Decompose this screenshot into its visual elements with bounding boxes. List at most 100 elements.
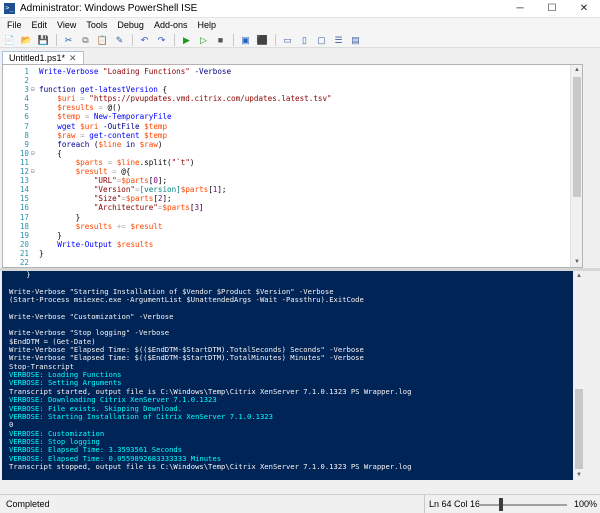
paste-button[interactable]: 📋 bbox=[96, 34, 109, 46]
run-icon: ▶ bbox=[183, 34, 190, 45]
console-pane[interactable]: } Write-Verbose "Starting Installation of… bbox=[2, 271, 585, 480]
layout-top-icon: ▭ bbox=[283, 34, 292, 45]
show-script-max-button[interactable]: ▢ bbox=[315, 34, 328, 46]
editor-scroll-thumb[interactable] bbox=[573, 77, 581, 197]
maximize-button[interactable]: ☐ bbox=[536, 0, 568, 18]
cut-button[interactable]: ✂ bbox=[62, 34, 75, 46]
code-token: $parts bbox=[162, 203, 190, 213]
code-token: [version] bbox=[139, 185, 181, 195]
code-token: } bbox=[39, 212, 81, 222]
code-token: $line bbox=[116, 157, 140, 167]
code-token: = bbox=[103, 157, 117, 167]
line-number: 2 bbox=[24, 76, 29, 86]
code-token: = bbox=[75, 130, 90, 140]
code-token: $parts bbox=[121, 176, 149, 186]
run-script-button[interactable]: ▶ bbox=[180, 34, 193, 46]
code-token: = bbox=[80, 112, 94, 122]
code-token: foreach bbox=[39, 139, 94, 149]
code-token: $uri bbox=[80, 121, 99, 131]
code-token: ]; bbox=[157, 176, 168, 186]
copy-icon: ⧉ bbox=[82, 34, 89, 45]
clear-console-button[interactable]: ✎ bbox=[113, 34, 126, 46]
code-text: } bbox=[39, 249, 44, 258]
line-number: 9 bbox=[24, 139, 29, 149]
code-token: "URL" bbox=[39, 176, 117, 186]
redo-button[interactable]: ↷ bbox=[155, 34, 168, 46]
toolbar-separator bbox=[233, 33, 234, 46]
code-token: ) bbox=[157, 139, 163, 149]
toolbar: 📄 📂 💾 ✂ ⧉ 📋 ✎ ↶ ↷ ▶ ▷ ■ ▣ ⬛ ▭ ▯ ▢ ☰ ▤ bbox=[0, 32, 600, 48]
line-number: 8 bbox=[24, 130, 29, 140]
code-token: New-TemporaryFile bbox=[93, 112, 172, 122]
undo-button[interactable]: ↶ bbox=[138, 34, 151, 46]
open-script-button[interactable]: 📂 bbox=[20, 34, 33, 46]
code-token: $result bbox=[39, 167, 108, 177]
menu-view[interactable]: View bbox=[52, 18, 81, 32]
save-script-button[interactable]: 💾 bbox=[37, 34, 50, 46]
show-command-addon-button[interactable]: ▤ bbox=[349, 34, 362, 46]
code-token: } bbox=[39, 230, 62, 240]
console-scrollbar[interactable]: ▲ ▼ bbox=[573, 271, 585, 480]
code-token: ) bbox=[189, 157, 195, 167]
scroll-up-icon[interactable]: ▲ bbox=[571, 65, 582, 75]
code-token: "`t" bbox=[171, 157, 190, 167]
show-script-top-button[interactable]: ▭ bbox=[281, 34, 294, 46]
menu-debug[interactable]: Debug bbox=[112, 18, 149, 32]
new-remote-tab-button[interactable]: ▣ bbox=[239, 34, 252, 46]
menu-help[interactable]: Help bbox=[192, 18, 221, 32]
copy-button[interactable]: ⧉ bbox=[79, 34, 92, 46]
minimize-button[interactable]: ─ bbox=[504, 0, 536, 18]
zoom-slider-thumb[interactable] bbox=[499, 498, 503, 511]
menu-add-ons[interactable]: Add-ons bbox=[149, 18, 193, 32]
code-text: $results += $result bbox=[39, 222, 163, 231]
cut-icon: ✂ bbox=[64, 34, 73, 45]
console-verbose-line: VERBOSE: Starting Installation of Citrix… bbox=[9, 411, 273, 421]
fold-toggle-icon[interactable]: ⊟ bbox=[31, 167, 37, 176]
code-token: $results bbox=[116, 239, 154, 249]
code-token: $parts bbox=[180, 185, 209, 195]
code-token: @{ bbox=[121, 167, 131, 177]
show-command-window-button[interactable]: ☰ bbox=[332, 34, 345, 46]
console-line: Write-Verbose "Customization" -Verbose bbox=[9, 311, 174, 321]
menu-edit[interactable]: Edit bbox=[27, 18, 53, 32]
clear-icon: ✎ bbox=[115, 34, 124, 45]
zoom-slider-track[interactable] bbox=[479, 504, 567, 506]
show-script-right-button[interactable]: ▯ bbox=[298, 34, 311, 46]
code-token: = bbox=[93, 103, 108, 113]
code-text: $temp = New-TemporaryFile bbox=[39, 112, 172, 122]
code-text: "Version"=[version]$parts[1]; bbox=[39, 185, 227, 194]
line-number: 1 bbox=[24, 67, 29, 76]
new-script-button[interactable]: 📄 bbox=[3, 34, 16, 46]
code-text: $raw = get-content $temp bbox=[39, 131, 167, 140]
code-token: get-content bbox=[89, 130, 145, 140]
start-powershell-button[interactable]: ⬛ bbox=[256, 34, 269, 46]
code-token: { bbox=[39, 148, 62, 158]
scroll-down-icon[interactable]: ▼ bbox=[571, 257, 582, 267]
close-button[interactable]: ✕ bbox=[568, 0, 600, 18]
code-token: ] bbox=[199, 203, 204, 213]
console-line: Transcript stopped, output file is C:\Wi… bbox=[9, 461, 412, 471]
code-token: ]; bbox=[162, 194, 172, 204]
command-addon-icon: ▤ bbox=[351, 34, 360, 45]
tab-untitled1[interactable]: Untitled1.ps1* ✕ bbox=[2, 51, 84, 64]
menu-tools[interactable]: Tools bbox=[81, 18, 112, 32]
fold-toggle-icon[interactable]: ⊟ bbox=[31, 85, 37, 94]
stop-operation-button[interactable]: ■ bbox=[214, 34, 227, 46]
editor-scrollbar[interactable]: ▲ ▼ bbox=[570, 65, 582, 267]
tab-close-icon[interactable]: ✕ bbox=[69, 53, 77, 63]
script-editor[interactable]: 1 Write-Verbose "Loading Functions" -Verb… bbox=[2, 64, 583, 268]
code-token: $results bbox=[39, 103, 94, 113]
stop-icon: ■ bbox=[217, 34, 224, 45]
title-bar: >_ Administrator: Windows PowerShell ISE… bbox=[0, 0, 600, 18]
code-token: -OutFile bbox=[98, 121, 145, 131]
code-token: = bbox=[75, 94, 90, 104]
fold-toggle-icon[interactable]: ⊟ bbox=[31, 149, 37, 158]
console-scroll-up-icon[interactable]: ▲ bbox=[573, 271, 585, 281]
code-text: $parts = $line.split("`t") bbox=[39, 157, 195, 167]
code-text: "Size"=$parts[2]; bbox=[39, 194, 172, 203]
console-scroll-down-icon[interactable]: ▼ bbox=[573, 470, 585, 480]
menu-file[interactable]: File bbox=[2, 18, 27, 32]
toolbar-separator bbox=[132, 33, 133, 46]
run-selection-button[interactable]: ▷ bbox=[197, 34, 210, 46]
console-scroll-thumb[interactable] bbox=[575, 389, 583, 469]
